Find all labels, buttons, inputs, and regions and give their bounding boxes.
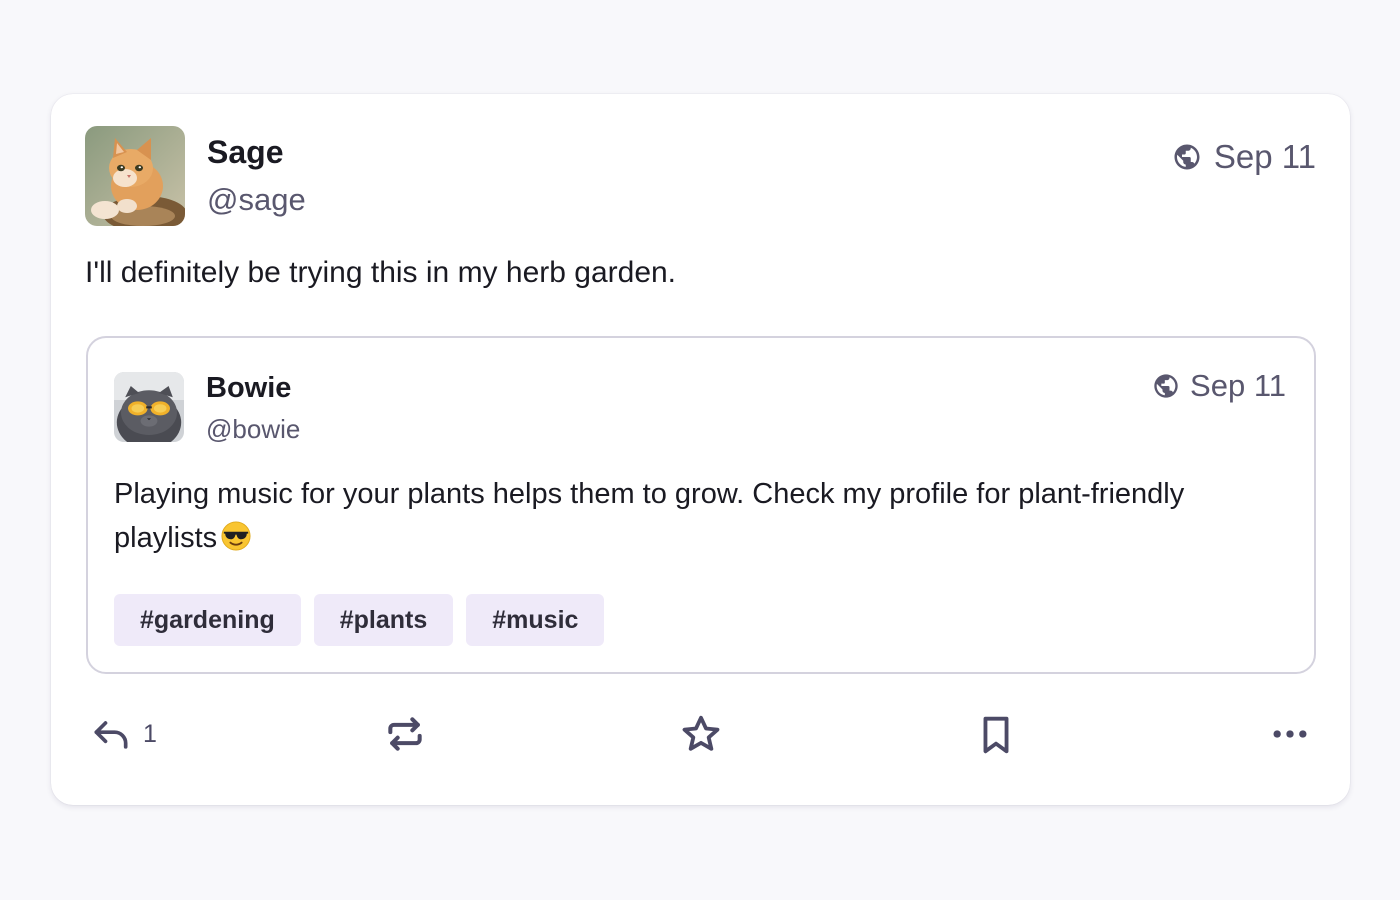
quoted-author-display-name[interactable]: Bowie — [206, 372, 291, 405]
author-display-name[interactable]: Sage — [207, 134, 283, 171]
quoted-author-handle[interactable]: @bowie — [206, 414, 300, 445]
author-avatar[interactable] — [85, 126, 185, 226]
quoted-post-text: Playing music for your plants helps them… — [114, 472, 1254, 564]
favourite-button[interactable] — [678, 712, 724, 758]
author-handle[interactable]: @sage — [207, 182, 306, 218]
post-action-bar: 1 — [51, 706, 1350, 766]
globe-icon — [1172, 142, 1202, 172]
hashtag-list: #gardening #plants #music — [114, 594, 605, 646]
post-text: I'll definitely be trying this in my her… — [85, 256, 677, 289]
hashtag-music[interactable]: #music — [466, 594, 605, 646]
boost-button[interactable] — [383, 712, 427, 756]
post-date[interactable]: Sep 11 — [1214, 138, 1316, 176]
quoted-post-meta: Sep 11 — [1152, 368, 1286, 404]
quoted-post[interactable]: Bowie @bowie Sep 11 Playing music for yo… — [86, 336, 1316, 674]
hashtag-gardening[interactable]: #gardening — [114, 594, 301, 646]
smiling-face-with-sunglasses-icon — [221, 520, 251, 564]
bookmark-icon — [973, 712, 1019, 758]
cat-avatar-image — [85, 126, 185, 226]
hashtag-plants[interactable]: #plants — [313, 594, 454, 646]
cat-with-sunglasses-avatar-image — [114, 372, 184, 442]
quoted-post-text-body: Playing music for your plants helps them… — [114, 478, 1185, 554]
bookmark-button[interactable] — [973, 712, 1019, 758]
more-options-button[interactable] — [1268, 712, 1312, 756]
quoted-author-avatar[interactable] — [114, 372, 184, 442]
more-icon — [1268, 712, 1312, 756]
reply-count: 1 — [143, 719, 157, 748]
quoted-post-date[interactable]: Sep 11 — [1190, 368, 1286, 404]
star-icon — [678, 712, 724, 758]
boost-icon — [383, 712, 427, 756]
reply-button[interactable]: 1 — [89, 712, 157, 756]
post-card: Sage @sage Sep 11 I'll definitely be try… — [51, 94, 1350, 805]
post-meta: Sep 11 — [1172, 138, 1316, 176]
globe-icon — [1152, 372, 1180, 400]
reply-icon — [89, 712, 133, 756]
